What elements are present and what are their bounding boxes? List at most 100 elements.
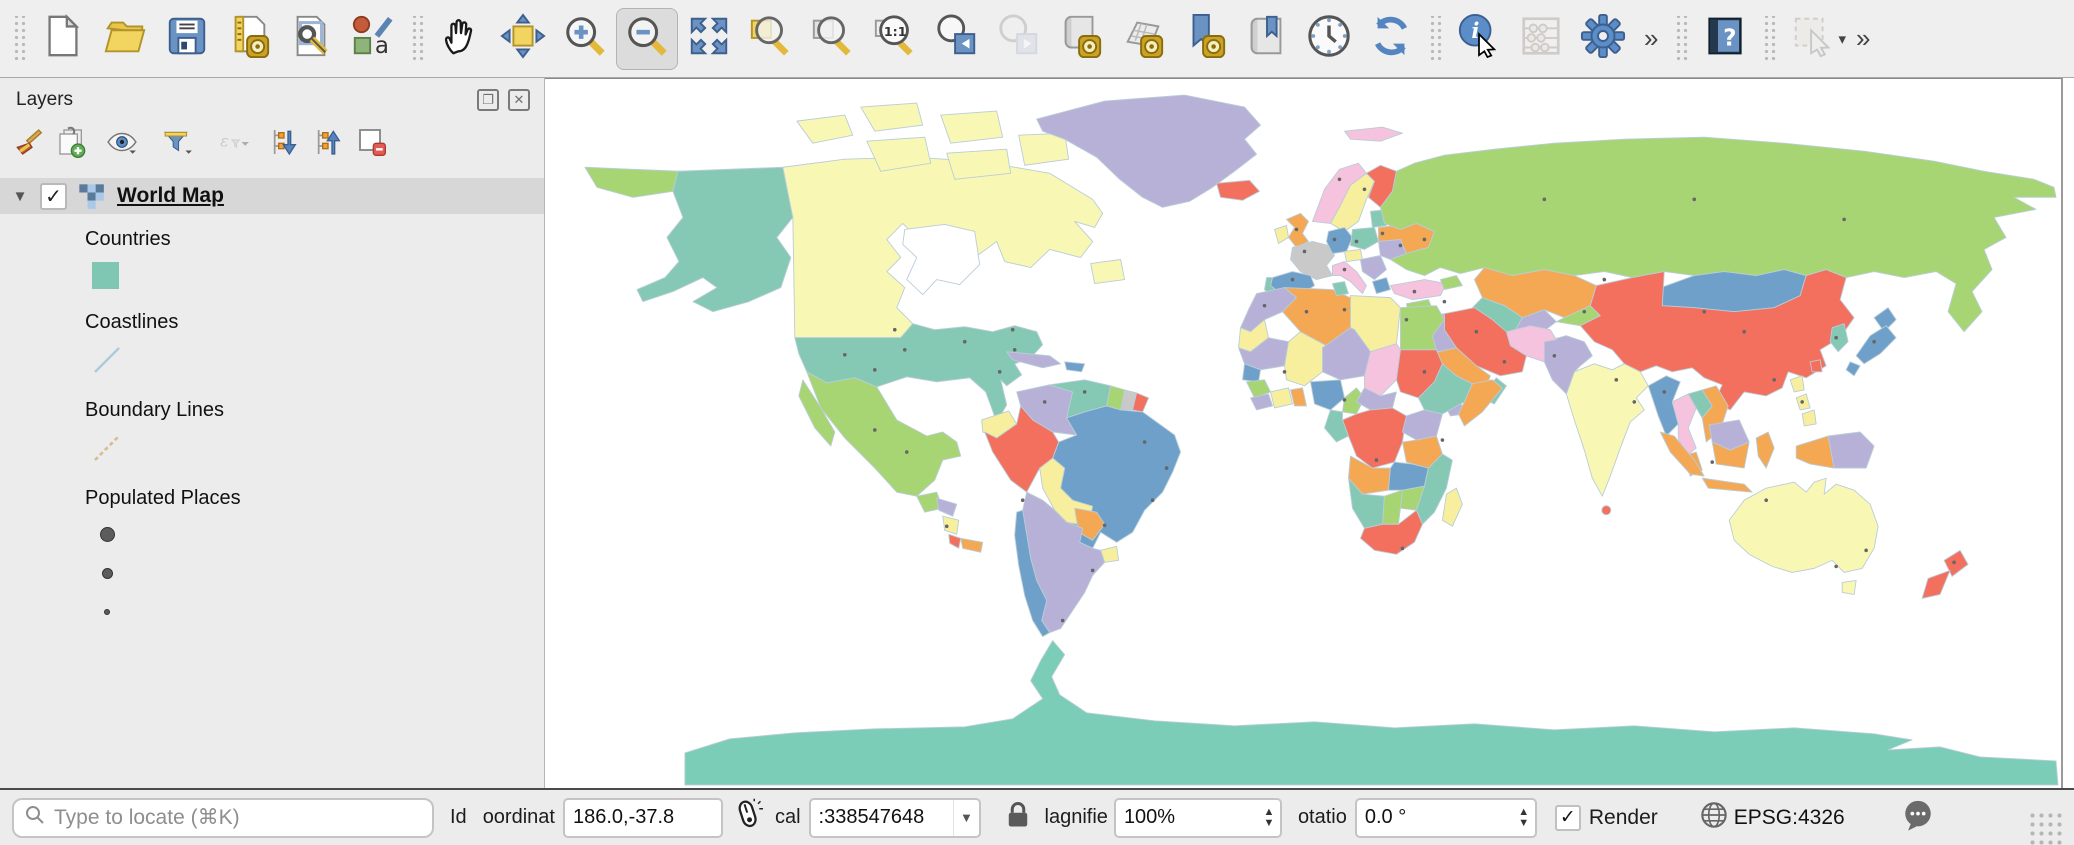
lock-scale-icon[interactable] — [1005, 800, 1031, 836]
rotation-spinbox[interactable]: ▲▼ — [1355, 798, 1537, 838]
filter-by-expression-button[interactable]: ε — [206, 124, 262, 164]
toolbar-overflow-button[interactable]: » — [1634, 23, 1668, 54]
toolbar-drag-handle[interactable] — [1428, 16, 1442, 62]
expand-all-icon — [268, 126, 300, 163]
legend-swatch-coastlines — [92, 345, 544, 381]
messages-button[interactable] — [1901, 798, 1935, 838]
temporal-controller-button[interactable] — [1298, 8, 1360, 70]
world-map — [545, 79, 2061, 788]
coordinate-box[interactable] — [563, 798, 723, 838]
zoom-last-icon — [934, 13, 980, 64]
folder-icon — [102, 13, 148, 64]
zoom-next-icon — [996, 13, 1042, 64]
rotation-input[interactable] — [1357, 806, 1513, 829]
layer-label: World Map — [117, 184, 224, 208]
rotation-spin-buttons[interactable]: ▲▼ — [1512, 800, 1534, 836]
toolbar-drag-handle[interactable] — [1762, 16, 1776, 62]
zoom-in-button[interactable] — [554, 8, 616, 70]
zoom-out-button[interactable] — [616, 8, 678, 70]
zoom-selection-icon — [748, 13, 794, 64]
map-canvas[interactable] — [545, 78, 2063, 788]
coordinate-label-fragment: Id — [450, 806, 467, 829]
help-button[interactable]: ? — [1694, 8, 1756, 70]
layer-visibility-checkbox[interactable]: ✓ — [40, 183, 67, 210]
toolbar-overflow-button[interactable]: » — [1846, 23, 1880, 54]
scale-dropdown-caret[interactable]: ▼ — [953, 800, 978, 836]
add-group-button[interactable] — [50, 124, 94, 164]
locator-input[interactable] — [54, 806, 422, 830]
zoom-to-selection-button[interactable] — [740, 8, 802, 70]
new-spatial-bookmark-button[interactable] — [1174, 8, 1236, 70]
save-project-button[interactable] — [156, 8, 218, 70]
pan-to-selection-button[interactable] — [492, 8, 554, 70]
zoom-full-icon — [686, 13, 732, 64]
zoom-out-icon — [624, 13, 670, 64]
toolbar-drag-handle[interactable] — [410, 16, 424, 62]
zoom-to-layer-button[interactable] — [802, 8, 864, 70]
pan-map-button[interactable] — [430, 8, 492, 70]
layout-manager-icon — [288, 13, 334, 64]
open-layer-styling-button[interactable] — [6, 124, 50, 164]
magnifier-input[interactable] — [1116, 806, 1258, 829]
locator-search[interactable] — [12, 798, 434, 838]
new-3d-map-view-button[interactable] — [1112, 8, 1174, 70]
rotation-label: otatio — [1298, 806, 1347, 829]
scale-combobox[interactable]: ▼ — [809, 798, 981, 838]
svg-text:a: a — [375, 33, 389, 59]
select-features-icon — [1790, 13, 1836, 64]
zoom-last-button[interactable] — [926, 8, 988, 70]
render-checkbox[interactable]: ✓ — [1555, 805, 1581, 831]
collapse-all-button[interactable] — [306, 124, 350, 164]
new-print-layout-button[interactable] — [218, 8, 280, 70]
add-group-icon — [56, 126, 88, 163]
crs-status-button[interactable]: EPSG:4326 — [1700, 801, 1845, 835]
vector-tile-layer-icon — [77, 182, 105, 210]
print-layout-icon — [226, 13, 272, 64]
show-bookmarks-button[interactable] — [1236, 8, 1298, 70]
new-project-button[interactable] — [32, 8, 94, 70]
paintbrush-icon — [12, 126, 44, 163]
legend-swatch-populated-medium — [102, 568, 544, 579]
layer-row-world-map[interactable]: ▼ ✓ World Map — [0, 178, 544, 214]
statistics-button[interactable] — [1510, 8, 1572, 70]
filter-legend-button[interactable] — [150, 124, 206, 164]
layers-panel-titlebar: Layers ❐ ✕ — [0, 78, 544, 118]
render-label: Render — [1589, 806, 1658, 830]
open-project-button[interactable] — [94, 8, 156, 70]
toggle-extents-icon[interactable] — [733, 798, 763, 838]
gear-icon — [1580, 13, 1626, 64]
select-features-button[interactable] — [1782, 8, 1844, 70]
new-map-view-button[interactable] — [1050, 8, 1112, 70]
refresh-icon — [1368, 13, 1414, 64]
remove-layer-button[interactable] — [350, 124, 394, 164]
toolbar-drag-handle[interactable] — [1674, 16, 1688, 62]
identify-features-button[interactable]: i — [1448, 8, 1510, 70]
toolbar-drag-handle[interactable] — [12, 16, 26, 62]
coordinate-input[interactable] — [565, 806, 721, 829]
pan-selection-icon — [500, 13, 546, 64]
panel-close-button[interactable]: ✕ — [508, 89, 530, 111]
options-button[interactable] — [1572, 8, 1634, 70]
new-document-icon — [40, 13, 86, 64]
main-area: Layers ❐ ✕ ε ▼ ✓ World Map — [0, 78, 2074, 788]
refresh-button[interactable] — [1360, 8, 1422, 70]
layers-panel-title: Layers — [16, 89, 468, 111]
zoom-full-button[interactable] — [678, 8, 740, 70]
panel-float-button[interactable]: ❐ — [477, 89, 499, 111]
manage-visibility-button[interactable] — [94, 124, 150, 164]
help-icon: ? — [1704, 15, 1746, 62]
scale-input[interactable] — [811, 806, 954, 829]
tree-expand-caret[interactable]: ▼ — [0, 188, 40, 205]
globe-icon — [1700, 801, 1728, 835]
magnifier-spin-buttons[interactable]: ▲▼ — [1258, 800, 1280, 836]
window-resize-grip[interactable] — [2028, 811, 2062, 845]
legend-swatch-populated-small — [104, 609, 544, 615]
expand-all-button[interactable] — [262, 124, 306, 164]
legend-label-countries: Countries — [85, 228, 544, 252]
zoom-native-button[interactable]: 1:1 — [864, 8, 926, 70]
magnifier-spinbox[interactable]: ▲▼ — [1114, 798, 1282, 838]
layout-manager-button[interactable] — [280, 8, 342, 70]
zoom-next-button[interactable] — [988, 8, 1050, 70]
style-manager-button[interactable]: a — [342, 8, 404, 70]
zoom-layer-icon — [810, 13, 856, 64]
